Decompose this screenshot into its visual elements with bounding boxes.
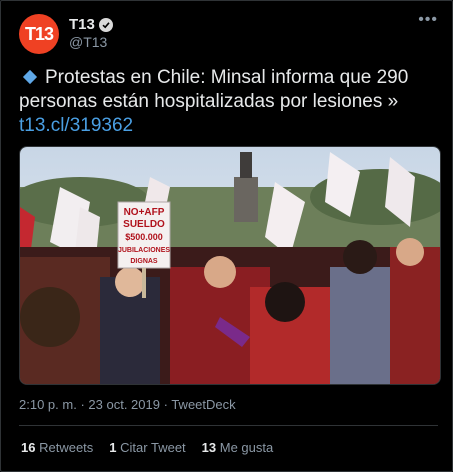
tweet-time[interactable]: 2:10 p. m. — [19, 397, 77, 412]
tweet-date[interactable]: 23 oct. 2019 — [88, 397, 160, 412]
avatar[interactable]: T13 — [19, 14, 59, 54]
account-name-row[interactable]: T13 — [69, 16, 113, 33]
sign-line-3: $500.000 — [125, 232, 163, 242]
sign-line-1: NO+AFP — [124, 207, 165, 218]
retweets-label: Retweets — [39, 440, 94, 455]
sign-line-2: SUELDO — [123, 219, 165, 230]
quotes-label: Citar Tweet — [120, 440, 186, 455]
account-handle[interactable]: @T13 — [69, 34, 107, 50]
tweet-body: Protestas en Chile: Minsal informa que 2… — [19, 67, 409, 112]
retweets-stat[interactable]: 16 Retweets — [21, 440, 93, 455]
verified-badge-icon — [98, 17, 113, 32]
sign-line-4: JUBILACIONES — [118, 247, 170, 254]
likes-stat[interactable]: 13 Me gusta — [202, 440, 274, 455]
sign-line-5: DIGNAS — [130, 258, 158, 265]
likes-label: Me gusta — [219, 440, 274, 455]
account-name[interactable]: T13 — [69, 16, 95, 33]
retweets-count: 16 — [21, 440, 36, 455]
small-blue-diamond-icon — [22, 69, 38, 85]
quotes-stat[interactable]: 1 Citar Tweet — [109, 440, 185, 455]
quotes-count: 1 — [109, 440, 117, 455]
avatar-logo-text: T13 — [24, 23, 54, 44]
tweet-photo[interactable]: NO+AFP SUELDO $500.000 JUBILACIONES DIGN… — [19, 146, 441, 385]
tweet-meta: 2:10 p. m. · 23 oct. 2019 · TweetDeck — [19, 397, 236, 412]
divider — [19, 425, 438, 426]
tweet-card: T13 T13 @T13 ••• Protestas en Chile: Min… — [0, 0, 453, 472]
meta-separator: · — [80, 397, 85, 412]
meta-separator: · — [163, 397, 168, 412]
tweet-source[interactable]: TweetDeck — [171, 397, 235, 412]
tweet-stats: 16 Retweets 1 Citar Tweet 13 Me gusta — [21, 440, 273, 455]
tweet-text: Protestas en Chile: Minsal informa que 2… — [19, 66, 439, 138]
tweet-link[interactable]: t13.cl/319362 — [19, 115, 133, 136]
more-options-icon[interactable]: ••• — [418, 11, 438, 29]
likes-count: 13 — [201, 440, 217, 455]
